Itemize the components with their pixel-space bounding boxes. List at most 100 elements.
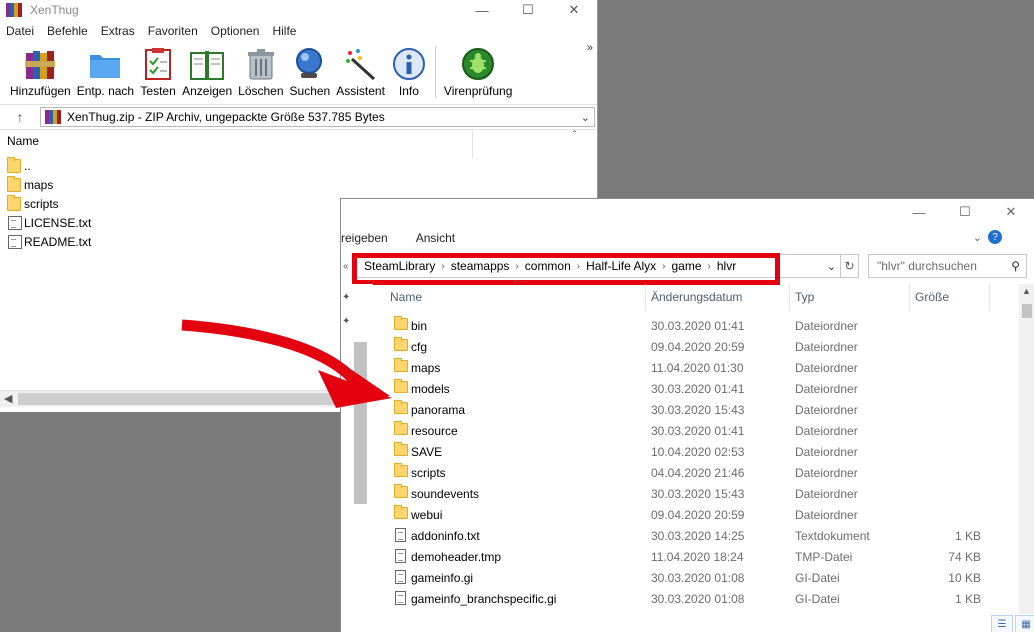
virus-scan-button[interactable]: Virenprüfung [444,46,512,98]
column-size[interactable]: Größe [915,290,949,304]
pin-icon[interactable]: ✦ [342,292,350,303]
minimize-button[interactable]: — [459,0,505,20]
details-view-icon[interactable]: ☰ [991,615,1013,632]
column-divider[interactable] [645,284,646,311]
up-arrow-icon[interactable]: ↑ [0,109,40,125]
extract-button[interactable]: Entp. nach [77,46,134,98]
search-input[interactable]: "hlvr" durchsuchen ⚲ [868,254,1027,278]
file-date: 30.03.2020 15:43 [651,403,745,417]
menu-extras[interactable]: Extras [101,24,135,38]
table-row[interactable]: panorama 30.03.2020 15:43 Dateiordner [373,399,1021,420]
column-type[interactable]: Typ [795,290,814,304]
archive-path-field[interactable]: XenThug.zip - ZIP Archiv, ungepackte Grö… [40,107,595,127]
breadcrumb[interactable]: SteamLibrary › steamapps › common › Half… [353,254,841,278]
column-divider[interactable] [909,284,910,311]
table-row[interactable]: gameinfo_branchspecific.gi 30.03.2020 01:… [373,588,1021,609]
breadcrumb-game[interactable]: game [672,259,702,273]
list-item[interactable]: .. [7,156,597,175]
winrar-app-icon [6,3,22,17]
menu-hilfe[interactable]: Hilfe [272,24,296,38]
file-date: 30.03.2020 15:43 [651,487,745,501]
breadcrumb-common[interactable]: common [525,259,571,273]
scroll-thumb[interactable] [18,393,338,405]
breadcrumb-hlvr[interactable]: hlvr [717,259,736,273]
list-item[interactable]: maps [7,175,597,194]
magnifier-icon [292,46,328,82]
find-button[interactable]: Suchen [290,46,330,98]
menu-befehle[interactable]: Befehle [47,24,88,38]
folder-icon [394,505,408,519]
chevron-right-icon[interactable]: › [515,261,518,272]
ribbon-tabs: reigeben Ansicht ⌄ ? [341,225,1034,251]
table-row[interactable]: demoheader.tmp 11.04.2020 18:24 TMP-Datei 7… [373,546,1021,567]
column-divider[interactable] [989,284,990,311]
column-name[interactable]: Name [7,134,39,148]
file-name: scripts [411,466,446,480]
toolbar-overflow-icon[interactable]: » [587,42,593,54]
maximize-button[interactable]: ☐ [505,0,551,20]
breadcrumb-half-life-alyx[interactable]: Half-Life Alyx [586,259,656,273]
table-row[interactable]: soundevents 30.03.2020 15:43 Dateiordner [373,483,1021,504]
chevron-right-icon[interactable]: › [441,261,444,272]
menu-datei[interactable]: Datei [6,24,34,38]
file-name: bin [411,319,428,333]
table-row[interactable]: maps 11.04.2020 01:30 Dateiordner [373,357,1021,378]
scroll-left-icon[interactable]: ◀ [4,392,12,405]
table-row[interactable]: bin 30.03.2020 01:41 Dateiordner [373,315,1021,336]
vertical-scrollbar[interactable]: ▲ [1019,284,1034,614]
chevron-right-icon[interactable]: › [577,261,580,272]
navigation-pane-scrollbar[interactable] [354,342,367,504]
table-row[interactable]: cfg 09.04.2020 20:59 Dateiordner [373,336,1021,357]
close-button[interactable]: ✕ [551,0,597,20]
table-row[interactable]: scripts 04.04.2020 21:46 Dateiordner [373,462,1021,483]
table-row[interactable]: resource 30.03.2020 01:41 Dateiordner [373,420,1021,441]
table-row[interactable]: SAVE 10.04.2020 02:53 Dateiordner [373,441,1021,462]
add-button[interactable]: Hinzufügen [10,46,71,98]
tiles-view-icon[interactable]: ▦ [1015,615,1034,632]
wizard-button[interactable]: Assistent [336,46,385,98]
file-type: Dateiordner [795,361,858,375]
chevron-right-icon[interactable]: › [708,261,711,272]
scroll-thumb[interactable] [1022,304,1032,318]
menu-optionen[interactable]: Optionen [211,24,260,38]
help-icon[interactable]: ? [988,230,1002,244]
table-row[interactable]: gameinfo.gi 30.03.2020 01:08 GI-Datei 10 KB [373,567,1021,588]
delete-button[interactable]: Löschen [238,46,284,98]
tab-share[interactable]: reigeben [341,231,388,245]
explorer-window: — ☐ ✕ reigeben Ansicht ⌄ ? « SteamLibrar… [340,198,1034,632]
column-name[interactable]: Name [390,290,422,304]
chevron-down-icon[interactable]: ⌄ [827,260,836,273]
view-button[interactable]: Anzeigen [182,46,232,98]
file-date: 09.04.2020 20:59 [651,340,745,354]
chevron-right-icon[interactable]: › [662,261,665,272]
text-file-icon [8,215,22,230]
table-row[interactable]: models 30.03.2020 01:41 Dateiordner [373,378,1021,399]
test-button[interactable]: Testen [140,46,176,98]
minimize-button[interactable]: — [896,199,942,225]
file-date: 30.03.2020 01:41 [651,319,745,333]
close-button[interactable]: ✕ [988,199,1034,225]
column-divider[interactable] [789,284,790,311]
menu-favoriten[interactable]: Favoriten [148,24,198,38]
file-type: Dateiordner [795,424,858,438]
pin-icon[interactable]: ✦ [342,316,350,327]
breadcrumb-steamlibrary[interactable]: SteamLibrary [364,259,435,273]
file-name: .. [24,158,31,173]
table-row[interactable]: webui 09.04.2020 20:59 Dateiordner [373,504,1021,525]
file-date: 11.04.2020 01:30 [651,361,744,375]
maximize-button[interactable]: ☐ [942,199,988,225]
tab-view[interactable]: Ansicht [416,231,455,245]
column-date[interactable]: Änderungsdatum [651,290,742,304]
table-row[interactable]: addoninfo.txt 30.03.2020 14:25 Textdokumen… [373,525,1021,546]
file-type: Textdokument [795,529,870,543]
ribbon-expand-icon[interactable]: ⌄ [973,231,982,244]
search-icon[interactable]: ⚲ [1011,259,1020,273]
breadcrumb-steamapps[interactable]: steamapps [451,259,510,273]
folder-icon [394,463,408,477]
refresh-icon[interactable]: ↻ [841,254,859,278]
info-button[interactable]: Info [391,46,427,98]
overflow-left-icon[interactable]: « [343,261,353,272]
chevron-down-icon[interactable]: ⌄ [581,111,590,124]
file-type: Dateiordner [795,319,858,333]
scroll-up-icon[interactable]: ▲ [1022,286,1031,296]
